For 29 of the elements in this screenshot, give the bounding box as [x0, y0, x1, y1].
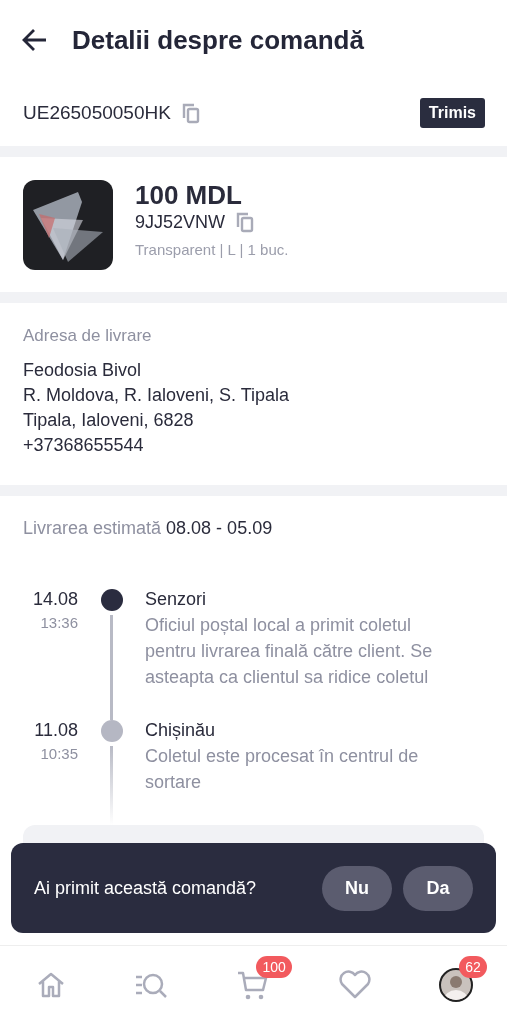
- event-description: Oficiul poștal local a primit coletul pentru livrarea finală către client. Se asteapta ca clientul sa ridice coletul: [145, 614, 434, 689]
- copy-icon[interactable]: [180, 102, 201, 124]
- product-code: 9JJ52VNW: [135, 211, 226, 233]
- status-badge: Trimis: [419, 98, 485, 128]
- answer-button[interactable]: Da: [403, 865, 473, 911]
- event-time: 10:35: [40, 745, 78, 762]
- address-line: Feodosia Bivol: [23, 360, 143, 381]
- back-icon[interactable]: [22, 28, 48, 52]
- notification-badge: 62: [459, 956, 487, 978]
- estimated-delivery: Livrarea estimată 08.08 - 05.09: [22, 517, 274, 540]
- price: 100 MDL: [135, 180, 243, 211]
- event-place: Chișinău: [145, 720, 217, 741]
- confirmation-question: Ai primit această comandă?: [34, 877, 257, 899]
- address-label: Adresa de livrare: [23, 326, 153, 346]
- page-title: Detalii despre comandă: [72, 24, 364, 56]
- event-description: Coletul este procesat în centrul de sortare: [145, 745, 420, 794]
- heart-icon[interactable]: [337, 970, 372, 1000]
- copy-icon[interactable]: [235, 211, 256, 233]
- event-date: 11.08: [34, 720, 78, 741]
- answer-button[interactable]: Nu: [322, 865, 392, 911]
- event-date: 14.08: [32, 589, 78, 610]
- event-time: 13:36: [40, 614, 78, 631]
- product-variant: Transparent | L | 1 buc.: [135, 241, 289, 258]
- event-place: Senzori: [145, 589, 208, 610]
- address-line: Tipala, Ialoveni, 6828: [23, 410, 195, 431]
- address-line: R. Moldova, R. Ialoveni, S. Tipala: [23, 385, 291, 406]
- address-line: +37368655544: [23, 435, 145, 456]
- tracking-number: UE265050050HK: [23, 102, 171, 124]
- notification-badge: 100: [256, 956, 292, 978]
